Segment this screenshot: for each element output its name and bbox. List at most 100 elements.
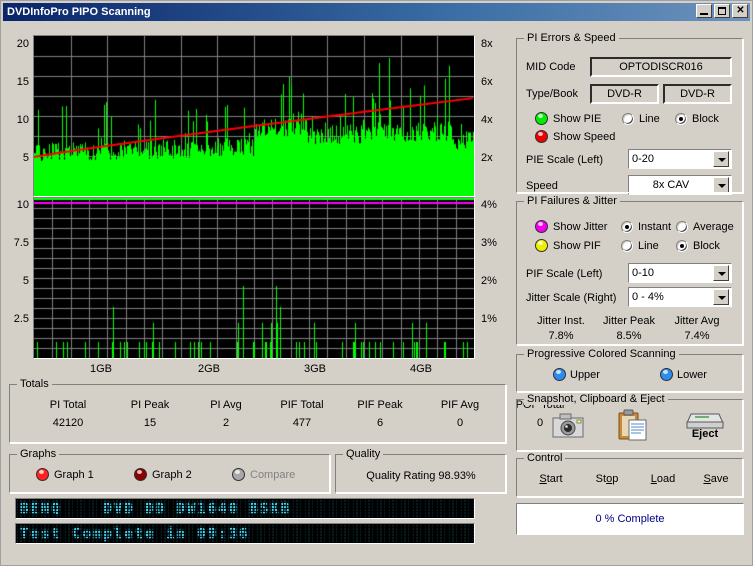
pie-axis-tick-5: 5	[22, 152, 29, 164]
window-controls: ✕	[696, 4, 748, 18]
x-axis-tick-1gb: 1GB	[89, 363, 112, 375]
show-pif-option[interactable]: Show PIF	[535, 239, 601, 252]
lower-label: Lower	[677, 368, 707, 381]
speed-value: 8x CAV	[652, 179, 690, 191]
pif-block-radio[interactable]: Block	[676, 240, 720, 252]
pif-jitter-plot[interactable]	[33, 197, 475, 359]
eject-button[interactable]: Eject	[683, 409, 727, 443]
snapshot-button[interactable]	[551, 412, 585, 440]
pi-failures-jitter-title: PI Failures & Jitter	[524, 195, 620, 207]
compare-option[interactable]: Compare	[232, 468, 295, 481]
jitter-avg-label: Jitter Avg	[674, 315, 720, 327]
start-button[interactable]: Start	[527, 473, 575, 485]
pif-axis-tick-2.5: 2.5	[13, 313, 29, 325]
lcd-dot-grid	[16, 499, 474, 518]
pie-scale-value: 0-20	[632, 153, 655, 165]
title-bar: DVDInfoPro PIPO Scanning ✕	[3, 3, 750, 21]
progress-status: 0 % Complete	[516, 503, 744, 535]
pie-block-radio-icon	[675, 113, 687, 125]
totals-group: Totals PI Total PI Peak PI Avg PIF Total PIF…	[9, 378, 564, 444]
book-value: DVD-R	[663, 84, 732, 104]
jitter-instant-radio[interactable]: Instant	[621, 221, 671, 233]
graphs-group: Graphs Graph 1 Graph 2 Compare	[9, 448, 331, 494]
jitter-axis-tick-3pct: 3%	[481, 237, 497, 249]
pie-block-label: Block	[692, 113, 719, 125]
minimize-button[interactable]	[696, 4, 712, 18]
pif-scale-value: 0-10	[632, 267, 655, 279]
stop-button[interactable]: Stop	[583, 473, 631, 485]
totals-header-3: PIF Total	[280, 399, 324, 411]
graph2-label: Graph 2	[152, 468, 192, 481]
quality-title: Quality	[343, 448, 384, 460]
control-title: Control	[524, 452, 566, 464]
pie-scale-label: PIE Scale (Left)	[526, 154, 604, 166]
totals-value-1: 15	[143, 417, 157, 429]
jitter-axis-tick-2pct: 2%	[481, 275, 497, 287]
totals-header-4: PIF Peak	[357, 399, 403, 411]
totals-value-4: 6	[376, 417, 384, 429]
graph1-label: Graph 1	[54, 468, 94, 481]
pie-scale-select[interactable]: 0-20	[628, 149, 732, 169]
compare-led-icon	[232, 468, 245, 481]
pif-line-radio[interactable]: Line	[621, 240, 659, 252]
progressive-scanning-group: Progressive Colored Scanning Upper Lower	[516, 348, 744, 393]
jitter-scale-select[interactable]: 0 - 4%	[628, 287, 732, 307]
graph2-option[interactable]: Graph 2	[134, 468, 192, 481]
save-button[interactable]: Save	[692, 473, 740, 485]
chevron-down-icon-4[interactable]	[713, 289, 729, 305]
pie-line-radio[interactable]: Line	[622, 113, 660, 125]
pif-axis-tick-10: 10	[16, 199, 29, 211]
jitter-instant-radio-icon	[621, 221, 633, 233]
show-jitter-option[interactable]: Show Jitter	[535, 220, 607, 233]
show-jitter-led-icon	[535, 220, 548, 233]
show-speed-option[interactable]: Show Speed	[535, 130, 615, 143]
totals-header-5: PIF Avg	[440, 399, 480, 411]
show-speed-label: Show Speed	[553, 130, 616, 143]
snapshot-title: Snapshot, Clipboard & Eject	[524, 393, 668, 405]
camera-icon	[552, 413, 584, 438]
close-button[interactable]: ✕	[732, 4, 748, 18]
jitter-average-label: Average	[693, 221, 734, 233]
jitter-instant-label: Instant	[638, 221, 672, 233]
graph1-option[interactable]: Graph 1	[36, 468, 94, 481]
chevron-down-icon[interactable]	[713, 151, 729, 167]
lower-led-icon	[660, 368, 673, 381]
upper-label: Upper	[570, 368, 600, 381]
drive-lcd-display: BENQ DVD DD DW1640 BSKB	[15, 498, 475, 519]
speed-label: Speed	[526, 180, 558, 192]
lower-layer-option[interactable]: Lower	[660, 368, 707, 381]
chevron-down-icon-3[interactable]	[713, 265, 729, 281]
jitter-average-radio[interactable]: Average	[676, 221, 734, 233]
totals-header-0: PI Total	[49, 399, 87, 411]
pif-block-label: Block	[693, 240, 720, 252]
pif-line-radio-icon	[621, 240, 633, 252]
totals-header-1: PI Peak	[130, 399, 170, 411]
jitter-scale-label: Jitter Scale (Right)	[526, 292, 617, 304]
pif-line-label: Line	[638, 240, 659, 252]
chevron-down-icon-2[interactable]	[713, 177, 729, 193]
graphs-title: Graphs	[17, 448, 60, 460]
pie-block-radio[interactable]: Block	[675, 113, 719, 125]
speed-axis-tick-2x: 2x	[481, 152, 493, 164]
totals-title: Totals	[17, 378, 52, 390]
lcd-dot-grid-2	[16, 524, 474, 543]
graph1-led-icon	[36, 468, 49, 481]
status-lcd-display: Test Complete in 09:36	[15, 523, 475, 544]
scan-graph: 20 15 10 5 8x 6x 4x 2x 10 7.5 5 2.5 4% 3…	[5, 25, 509, 375]
jitter-scale-value: 0 - 4%	[632, 291, 664, 303]
maximize-button[interactable]	[714, 4, 730, 18]
upper-layer-option[interactable]: Upper	[553, 368, 600, 381]
pif-axis-tick-7.5: 7.5	[13, 237, 29, 249]
totals-value-2: 2	[222, 417, 230, 429]
show-pie-option[interactable]: Show PIE	[535, 112, 601, 125]
jitter-average-radio-icon	[676, 221, 688, 233]
pie-speed-plot[interactable]	[33, 35, 475, 197]
totals-value-5: 0	[456, 417, 464, 429]
load-button[interactable]: Load	[639, 473, 687, 485]
show-pie-label: Show PIE	[553, 112, 602, 125]
pif-scale-select[interactable]: 0-10	[628, 263, 732, 283]
speed-select[interactable]: 8x CAV	[628, 175, 732, 195]
quality-rating: Quality Rating 98.93%	[366, 470, 476, 482]
pie-axis-tick-10: 10	[16, 114, 29, 126]
clipboard-button[interactable]	[618, 409, 648, 441]
